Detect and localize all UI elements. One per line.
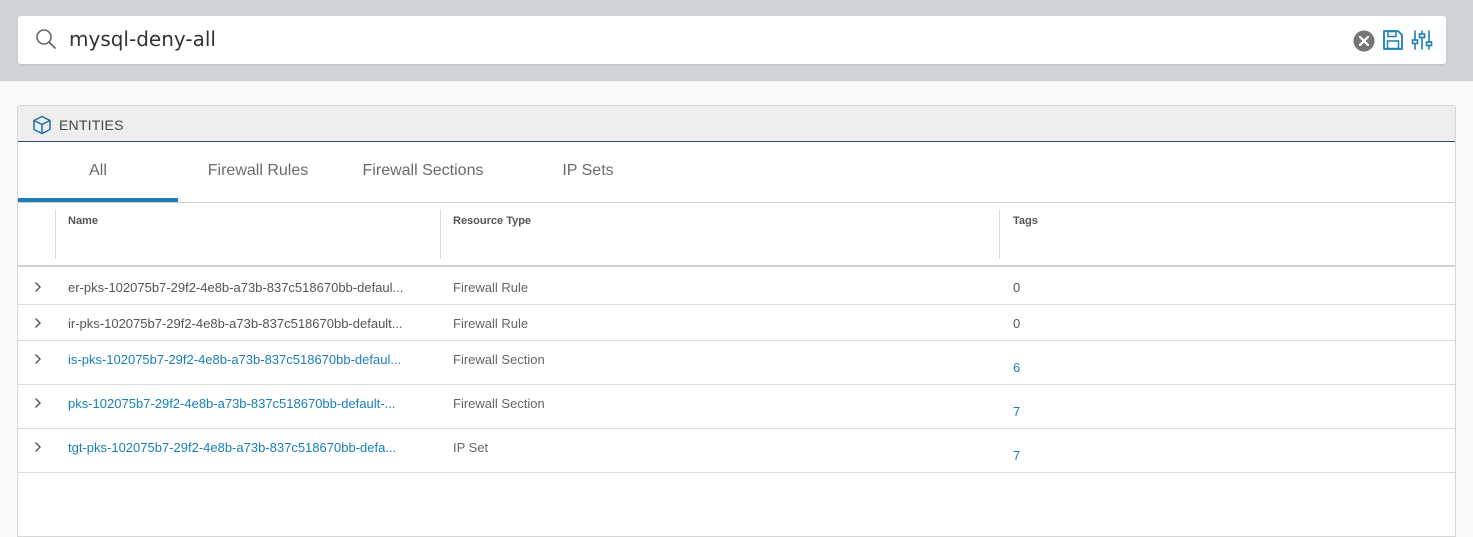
column-divider	[999, 209, 1000, 259]
table-row: tgt-pks-102075b7-29f2-4e8b-a73b-837c5186…	[18, 429, 1455, 473]
row-tags: 0	[1013, 280, 1021, 295]
row-name-link[interactable]: pks-102075b7-29f2-4e8b-a73b-837c518670bb…	[68, 396, 430, 411]
chevron-right-icon[interactable]	[32, 441, 44, 453]
tab-firewall-rules[interactable]: Firewall Rules	[178, 142, 338, 202]
tab-firewall-sections[interactable]: Firewall Sections	[338, 142, 508, 202]
row-tags-link[interactable]: 7	[1013, 404, 1020, 419]
chevron-right-icon[interactable]	[32, 353, 44, 365]
tab-ip-sets[interactable]: IP Sets	[508, 142, 668, 202]
search-band	[0, 0, 1473, 81]
chevron-right-icon[interactable]	[32, 281, 44, 293]
column-divider	[55, 209, 56, 259]
row-tags-link[interactable]: 6	[1013, 360, 1020, 375]
table-row: pks-102075b7-29f2-4e8b-a73b-837c518670bb…	[18, 385, 1455, 429]
table-row: ir-pks-102075b7-29f2-4e8b-a73b-837c51867…	[18, 305, 1455, 341]
panel-title: ENTITIES	[59, 117, 124, 133]
column-divider	[440, 209, 441, 259]
column-header-name[interactable]: Name	[68, 215, 98, 227]
entities-panel: ENTITIES All Firewall Rules Firewall Sec…	[17, 105, 1456, 537]
filter-sliders-icon[interactable]	[1411, 29, 1433, 51]
table-header: Name Resource Type Tags	[18, 203, 1455, 267]
panel-header: ENTITIES	[18, 106, 1455, 142]
tab-all[interactable]: All	[18, 142, 178, 202]
search-icon	[36, 29, 56, 49]
row-resource-type: IP Set	[453, 440, 489, 455]
tab-bar: All Firewall Rules Firewall Sections IP …	[18, 142, 1455, 203]
row-resource-type: Firewall Rule	[453, 280, 529, 295]
row-resource-type: Firewall Rule	[453, 316, 529, 331]
chevron-right-icon[interactable]	[32, 397, 44, 409]
row-name-link[interactable]: is-pks-102075b7-29f2-4e8b-a73b-837c51867…	[68, 352, 430, 367]
save-icon[interactable]	[1382, 29, 1404, 51]
column-header-tags[interactable]: Tags	[1013, 215, 1038, 227]
cube-icon	[33, 115, 51, 135]
column-header-resource-type[interactable]: Resource Type	[453, 215, 531, 227]
search-bar[interactable]	[18, 16, 1446, 64]
table-row: is-pks-102075b7-29f2-4e8b-a73b-837c51867…	[18, 341, 1455, 385]
row-name: ir-pks-102075b7-29f2-4e8b-a73b-837c51867…	[68, 316, 403, 331]
search-input[interactable]	[69, 24, 1269, 54]
row-resource-type: Firewall Section	[453, 352, 545, 367]
chevron-right-icon[interactable]	[32, 317, 44, 329]
table-row: er-pks-102075b7-29f2-4e8b-a73b-837c51867…	[18, 269, 1455, 305]
clear-circle-icon[interactable]	[1353, 30, 1375, 52]
row-tags: 0	[1013, 316, 1021, 331]
row-name-link[interactable]: tgt-pks-102075b7-29f2-4e8b-a73b-837c5186…	[68, 440, 430, 455]
row-name: er-pks-102075b7-29f2-4e8b-a73b-837c51867…	[68, 280, 404, 295]
row-tags-link[interactable]: 7	[1013, 448, 1020, 463]
row-resource-type: Firewall Section	[453, 396, 545, 411]
